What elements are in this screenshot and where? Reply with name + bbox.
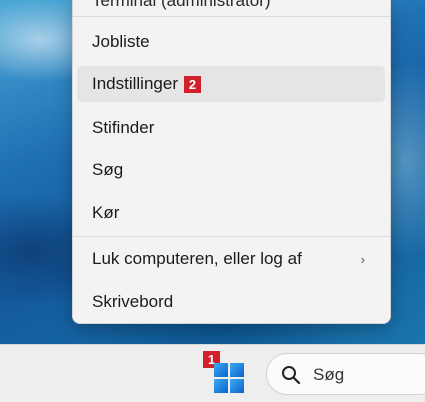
start-context-menu: Terminal (administrator) Jobliste Indsti… bbox=[72, 0, 391, 324]
menu-item-task-manager[interactable]: Jobliste bbox=[77, 24, 385, 60]
menu-item-terminal-admin[interactable]: Terminal (administrator) bbox=[92, 0, 271, 11]
menu-item-label: Jobliste bbox=[92, 32, 150, 51]
taskbar: 1 Søg bbox=[0, 344, 425, 402]
menu-item-label: Søg bbox=[92, 160, 124, 179]
menu-item-label: Kør bbox=[92, 203, 120, 222]
menu-item-search[interactable]: Søg bbox=[77, 152, 385, 188]
menu-item-label: Luk computeren, eller log af bbox=[92, 249, 302, 268]
menu-item-settings[interactable]: Indstillinger 2 bbox=[77, 66, 385, 102]
annotation-badge: 2 bbox=[184, 75, 201, 93]
windows-start-icon[interactable] bbox=[211, 360, 247, 396]
menu-item-desktop[interactable]: Skrivebord bbox=[77, 284, 385, 320]
chevron-right-icon: › bbox=[360, 252, 365, 267]
menu-item-run[interactable]: Kør bbox=[77, 195, 385, 231]
menu-item-file-explorer[interactable]: Stifinder bbox=[77, 110, 385, 146]
search-placeholder: Søg bbox=[313, 365, 345, 384]
menu-separator bbox=[73, 16, 390, 17]
menu-item-label: Stifinder bbox=[92, 118, 155, 137]
menu-item-shutdown-signout[interactable]: Luk computeren, eller log af › bbox=[77, 241, 385, 277]
menu-item-label: Skrivebord bbox=[92, 292, 174, 311]
search-icon bbox=[282, 366, 301, 385]
taskbar-search-box[interactable]: Søg bbox=[266, 353, 425, 395]
menu-item-label: Indstillinger bbox=[92, 74, 178, 93]
menu-separator bbox=[73, 236, 390, 237]
